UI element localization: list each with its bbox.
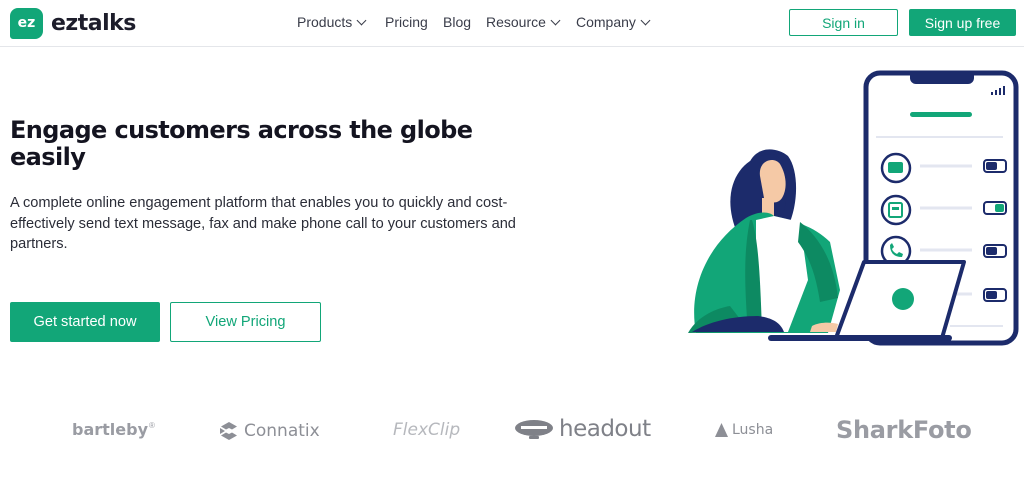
nav-item-products[interactable]: Products — [297, 14, 367, 30]
partner-logo-connatix: Connatix — [218, 420, 320, 442]
nav-item-label: Resource — [486, 14, 546, 30]
nav-item-label: Products — [297, 14, 353, 30]
partner-name: FlexClip — [393, 420, 461, 440]
top-navbar: ez eztalks Products Pricing Blog Resourc… — [0, 0, 1024, 47]
partner-logo-sharkfoto: SharkFoto — [836, 416, 972, 444]
hero-title: Engage customers across the globe easily — [10, 116, 473, 171]
connatix-icon — [220, 422, 237, 440]
nav-item-label: Pricing — [385, 14, 428, 30]
registered-mark: ® — [149, 421, 155, 430]
partner-name: bartleby — [72, 420, 149, 439]
headout-blimp-icon — [515, 420, 553, 439]
hero-illustration — [688, 70, 1019, 346]
woman-illustration — [688, 149, 840, 333]
partner-logo-flexclip: FlexClip — [393, 420, 460, 440]
partner-name: headout — [559, 416, 651, 442]
nav-item-pricing[interactable]: Pricing — [385, 14, 428, 30]
partner-logo-lusha: Lusha — [715, 422, 773, 438]
sign-up-free-button[interactable]: Sign up free — [909, 9, 1016, 36]
view-pricing-button[interactable]: View Pricing — [170, 302, 321, 342]
logo-badge-icon: ez — [10, 7, 43, 39]
nav-item-label: Blog — [443, 14, 472, 30]
partner-logo-headout: headout — [513, 416, 651, 442]
chevron-down-icon — [356, 15, 367, 25]
chevron-down-icon — [550, 15, 561, 25]
partner-logo-bartleby: bartleby ® — [72, 420, 155, 439]
chevron-down-icon — [640, 15, 651, 25]
partner-name: SharkFoto — [836, 416, 972, 444]
nav-item-blog[interactable]: Blog — [443, 14, 471, 30]
partner-name: Connatix — [244, 421, 320, 441]
partner-name: Lusha — [732, 422, 774, 438]
get-started-button[interactable]: Get started now — [10, 302, 160, 342]
sign-in-button[interactable]: Sign in — [789, 9, 898, 36]
nav-item-resource[interactable]: Resource — [486, 14, 561, 30]
hero-description: A complete online engagement platform th… — [10, 195, 516, 252]
nav-item-label: Company — [576, 14, 636, 30]
lusha-icon — [715, 423, 728, 437]
logo-wordmark: eztalks — [51, 10, 136, 36]
nav-item-company[interactable]: Company — [576, 14, 651, 30]
eztalks-logo[interactable]: ez eztalks — [10, 6, 136, 40]
